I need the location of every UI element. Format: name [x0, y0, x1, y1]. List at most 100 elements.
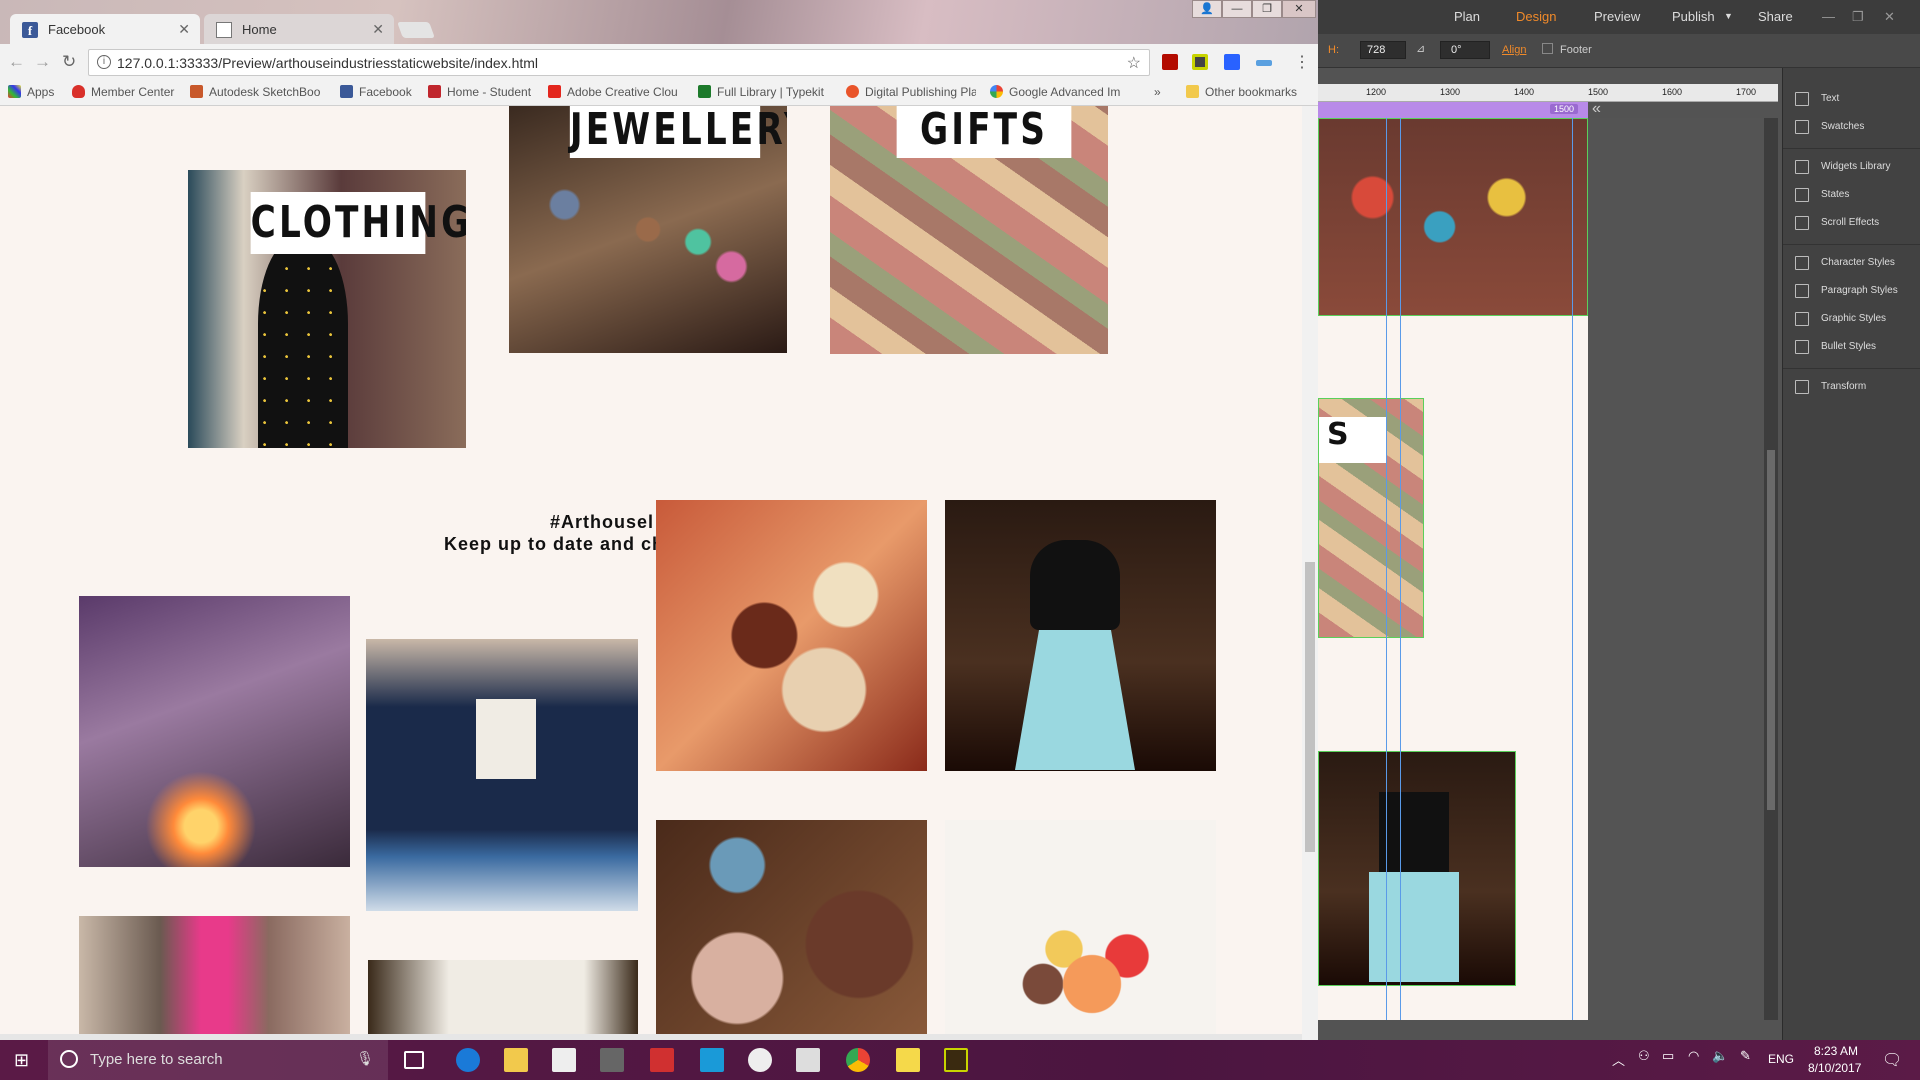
camera-icon[interactable] — [748, 1048, 772, 1072]
panel-states[interactable]: States — [1783, 182, 1920, 210]
page-scrollbar[interactable] — [1302, 106, 1318, 1040]
bookmark-adobe-cloud[interactable]: Adobe Creative Clou — [548, 85, 684, 99]
microphone-icon[interactable]: 🎙 — [356, 1050, 374, 1067]
minimize-button[interactable]: — — [1822, 9, 1835, 24]
bookmark-facebook[interactable]: Facebook — [340, 85, 412, 99]
design-canvas[interactable]: S — [1318, 118, 1778, 1020]
info-icon[interactable]: i — [97, 55, 111, 69]
chevron-up-icon[interactable]: ︿ — [1612, 1050, 1625, 1069]
bookmark-member-center[interactable]: Member Center — [72, 85, 174, 99]
insta-photo-beads[interactable] — [656, 500, 927, 771]
address-bar[interactable]: i 127.0.0.1:33333/Preview/arthouseindust… — [88, 49, 1150, 76]
taskbar-search[interactable]: Type here to search 🎙 — [48, 1040, 388, 1080]
chevron-left-icon[interactable]: « — [1592, 100, 1601, 118]
nav-share[interactable]: Share — [1758, 9, 1793, 24]
sticky-notes-icon[interactable] — [896, 1048, 920, 1072]
gifts-tile[interactable]: GIFTS — [830, 106, 1108, 354]
insta-photo-mannequin[interactable] — [945, 500, 1216, 771]
panel-widgets-library[interactable]: Widgets Library — [1783, 154, 1920, 182]
volume-icon[interactable]: 🔈 — [1712, 1048, 1728, 1064]
footer-checkbox[interactable] — [1542, 43, 1553, 54]
close-window-button[interactable]: ✕ — [1884, 9, 1895, 25]
bookmark-apps[interactable]: Apps — [8, 85, 54, 99]
insta-photo-pink-top[interactable] — [79, 916, 350, 1040]
new-tab-button[interactable] — [397, 22, 435, 38]
edge-icon[interactable] — [456, 1048, 480, 1072]
bookmark-home-student[interactable]: Home - Student — [428, 85, 531, 99]
bookmark-google-advanced[interactable]: Google Advanced Im — [990, 85, 1130, 99]
pen-icon[interactable]: ✎ — [1740, 1048, 1751, 1064]
notification-icon[interactable]: 🗨 — [1882, 1050, 1902, 1070]
clock-date[interactable]: 8/10/2017 — [1808, 1061, 1861, 1075]
mannequin-image-preview[interactable] — [1318, 751, 1516, 986]
chrome-icon[interactable] — [846, 1048, 870, 1072]
acrobat-icon[interactable] — [1162, 54, 1178, 70]
clothing-tile[interactable]: CLOTHING — [188, 170, 466, 448]
bookmark-extension-icon[interactable] — [1224, 54, 1240, 70]
tab-home[interactable]: Home ✕ — [204, 14, 394, 44]
canvas-scrollbar[interactable] — [1764, 118, 1778, 1020]
nav-plan[interactable]: Plan — [1454, 9, 1480, 24]
bookmark-digital-publishing[interactable]: Digital Publishing Pla — [846, 85, 976, 99]
close-window-button[interactable]: ✕ — [1282, 0, 1316, 18]
back-icon[interactable]: ← — [8, 52, 25, 72]
panel-bullet-styles[interactable]: Bullet Styles — [1783, 334, 1920, 362]
scrollbar-thumb[interactable] — [1767, 450, 1775, 810]
breakpoint-marker[interactable]: 1500 — [1549, 104, 1578, 114]
bookmark-sketchbook[interactable]: Autodesk SketchBoo — [190, 85, 326, 99]
necklace-image[interactable] — [1318, 118, 1588, 316]
panel-character-styles[interactable]: Character Styles — [1783, 250, 1920, 278]
chevron-down-icon[interactable]: ▼ — [1724, 11, 1733, 21]
gifts-image-preview[interactable]: S — [1318, 398, 1424, 638]
height-input[interactable]: 728 — [1360, 41, 1406, 59]
maximize-button[interactable]: ❐ — [1852, 9, 1864, 25]
clock-time[interactable]: 8:23 AM — [1814, 1044, 1858, 1058]
insta-photo-dolls[interactable] — [656, 820, 927, 1040]
insta-photo-glassblowing[interactable] — [79, 596, 350, 867]
menu-icon[interactable]: ⋮ — [1294, 52, 1310, 72]
minimize-button[interactable]: — — [1222, 0, 1252, 18]
app-icon[interactable] — [700, 1048, 724, 1072]
language-indicator[interactable]: ENG — [1768, 1052, 1794, 1066]
windows-start-icon[interactable]: ⊞ — [14, 1050, 29, 1071]
panel-scroll-effects[interactable]: Scroll Effects — [1783, 210, 1920, 238]
file-explorer-icon[interactable] — [504, 1048, 528, 1072]
other-bookmarks[interactable]: Other bookmarks — [1186, 85, 1297, 99]
bookmark-typekit[interactable]: Full Library | Typekit — [698, 85, 824, 99]
panel-swatches[interactable]: Swatches — [1783, 114, 1920, 142]
sketchbook-icon[interactable] — [650, 1048, 674, 1072]
panel-graphic-styles[interactable]: Graphic Styles — [1783, 306, 1920, 334]
scrollbar-thumb[interactable] — [1305, 562, 1315, 852]
network-icon[interactable]: ⚇ — [1638, 1048, 1650, 1064]
mail-icon[interactable] — [796, 1048, 820, 1072]
app-icon[interactable] — [600, 1048, 624, 1072]
align-button[interactable]: Align — [1502, 44, 1526, 56]
close-icon[interactable]: ✕ — [372, 21, 384, 38]
wifi-icon[interactable]: ◠ — [1688, 1048, 1699, 1064]
panel-transform[interactable]: Transform — [1783, 374, 1920, 402]
extension-icon[interactable] — [1192, 54, 1208, 70]
tab-facebook[interactable]: f Facebook ✕ — [10, 14, 200, 44]
profile-icon[interactable]: 👤 — [1192, 0, 1222, 18]
store-icon[interactable] — [552, 1048, 576, 1072]
muse-icon[interactable] — [944, 1048, 968, 1072]
insta-photo-flower-necklace[interactable] — [945, 820, 1216, 1040]
insta-photo-lamp[interactable] — [368, 960, 638, 1040]
forward-icon[interactable]: → — [34, 52, 51, 72]
panel-text[interactable]: Text — [1783, 86, 1920, 114]
breakpoint-bar[interactable]: 1500 — [1318, 102, 1588, 118]
maximize-button[interactable]: ❐ — [1252, 0, 1282, 18]
cast-icon[interactable] — [1256, 60, 1272, 66]
battery-icon[interactable]: ▭ — [1662, 1048, 1674, 1064]
nav-design[interactable]: Design — [1516, 9, 1556, 24]
close-icon[interactable]: ✕ — [178, 21, 190, 38]
nav-preview[interactable]: Preview — [1594, 9, 1640, 24]
panel-paragraph-styles[interactable]: Paragraph Styles — [1783, 278, 1920, 306]
jewellery-tile[interactable]: JEWELLERY — [509, 106, 787, 353]
task-view-icon[interactable] — [404, 1051, 424, 1069]
reload-icon[interactable]: ↻ — [62, 52, 76, 72]
nav-publish[interactable]: Publish — [1672, 9, 1715, 24]
insta-photo-store-window[interactable] — [366, 639, 638, 911]
star-icon[interactable]: ☆ — [1127, 53, 1141, 73]
bookmarks-overflow[interactable]: » — [1154, 85, 1161, 99]
